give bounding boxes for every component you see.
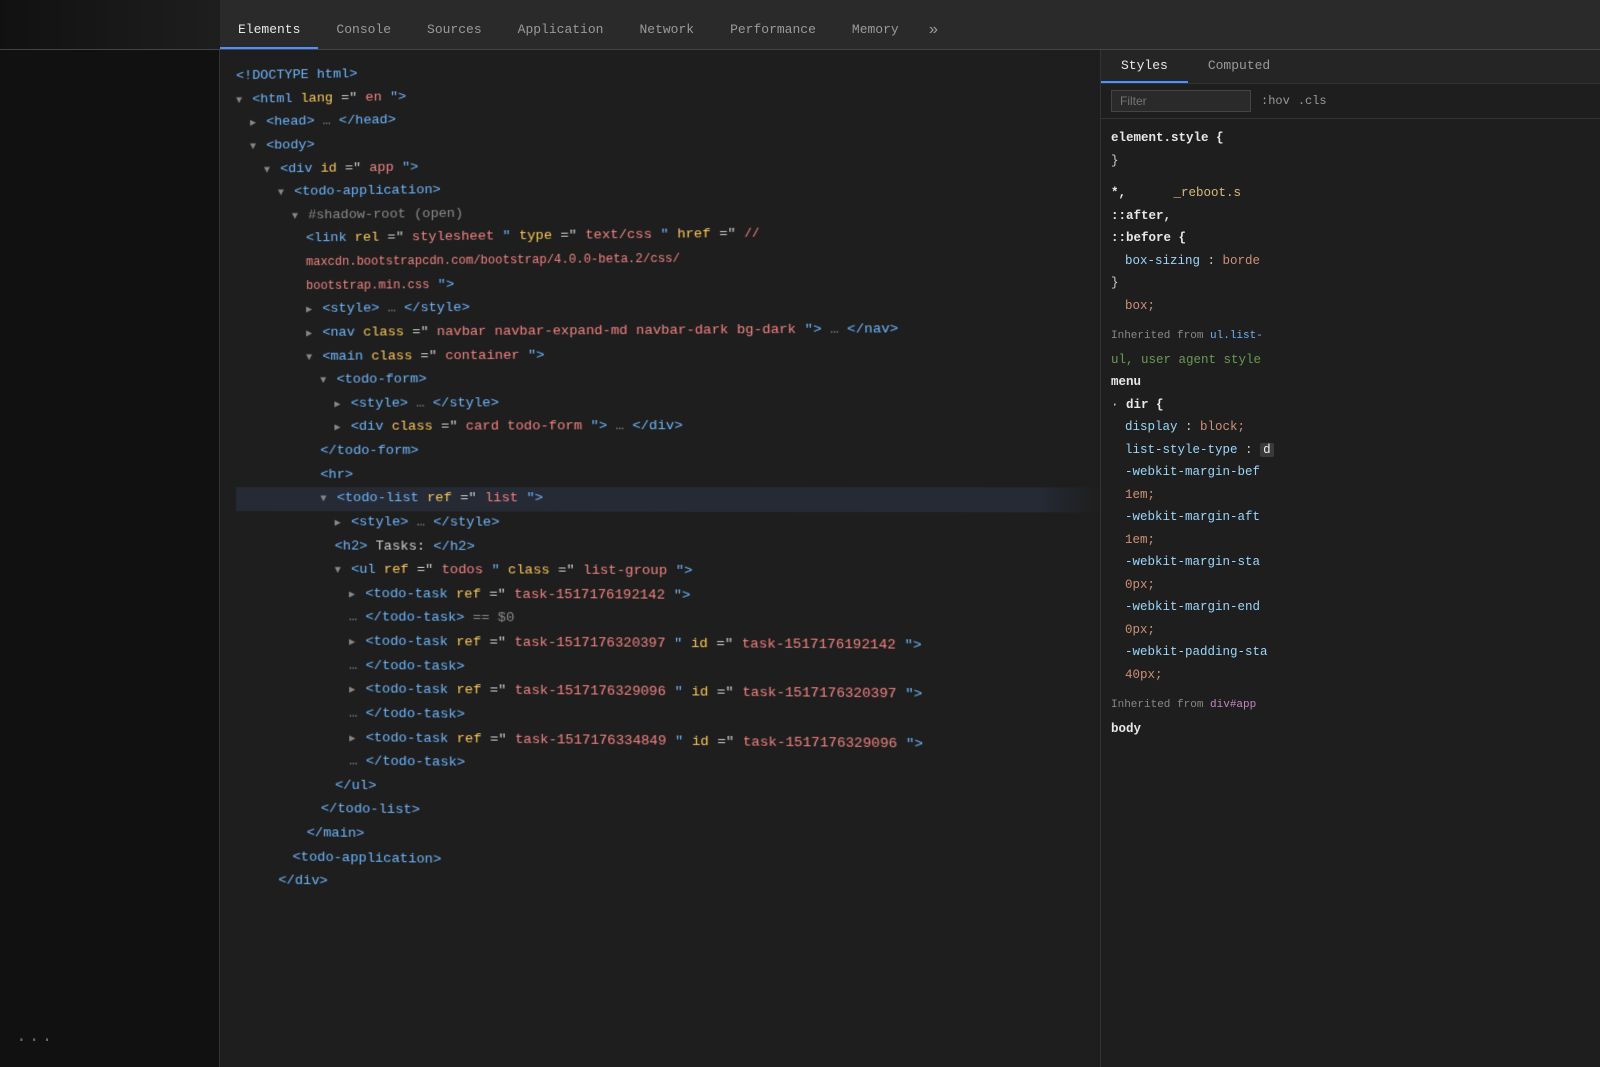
webkit-margin-aft-val: 1em; xyxy=(1111,529,1590,552)
expand-div-card[interactable]: ▶ xyxy=(334,423,340,434)
webkit-margin-bef-val: 1em; xyxy=(1111,484,1590,507)
menu-prop: menu xyxy=(1111,371,1590,394)
dom-content: <!DOCTYPE html> ▼ <html lang =" en "> ▶ … xyxy=(220,50,1100,914)
html-tag: <html xyxy=(252,92,300,108)
tab-application[interactable]: Application xyxy=(500,12,622,49)
expand-div-app[interactable]: ▼ xyxy=(264,165,270,176)
list-style-prop: list-style-type : d xyxy=(1111,439,1590,462)
expand-html[interactable]: ▼ xyxy=(236,95,242,106)
expand-todo-form[interactable]: ▼ xyxy=(320,376,326,387)
tab-memory[interactable]: Memory xyxy=(834,12,917,49)
filter-cls-label[interactable]: .cls xyxy=(1298,94,1327,108)
webkit-margin-bef: -webkit-margin-bef xyxy=(1111,461,1590,484)
expand-todo-app[interactable]: ▼ xyxy=(278,188,284,199)
tab-performance[interactable]: Performance xyxy=(712,12,834,49)
styles-content: element.style { } *, _reboot.s ::after, xyxy=(1101,119,1600,1067)
filter-hov-label[interactable]: :hov xyxy=(1261,94,1290,108)
body-label: body xyxy=(1111,718,1590,741)
styles-panel: Styles Computed :hov .cls element.style … xyxy=(1100,50,1600,1067)
styles-filter-bar: :hov .cls xyxy=(1101,84,1600,119)
left-sidebar: ... xyxy=(0,50,220,1067)
inherited-text-1: ul, user agent style xyxy=(1111,349,1590,372)
display-prop: display : block; xyxy=(1111,416,1590,439)
sidebar-dots: ... xyxy=(16,1027,54,1047)
inherited-block-2: Inherited from div#app body xyxy=(1111,696,1590,740)
webkit-padding-sta: -webkit-padding-sta xyxy=(1111,641,1590,664)
main-area: ... <!DOCTYPE html> ▼ <html lang =" en "… xyxy=(0,50,1600,1067)
webkit-padding-sta-val: 40px; xyxy=(1111,664,1590,687)
styles-tabs: Styles Computed xyxy=(1101,50,1600,84)
element-style-close: } xyxy=(1111,150,1590,173)
tab-sources[interactable]: Sources xyxy=(409,12,500,49)
devtools-container: Elements Console Sources Application Net… xyxy=(0,0,1600,1067)
inherited-block-1: Inherited from ul.list- ul, user agent s… xyxy=(1111,327,1590,686)
inherited-label-2: Inherited from div#app xyxy=(1111,696,1590,716)
style2-line: ▶ <style> … </style> xyxy=(236,390,1100,417)
expand-task4[interactable]: ▶ xyxy=(349,733,355,744)
expand-style3[interactable]: ▶ xyxy=(335,518,341,529)
inherited-label-1: Inherited from ul.list- xyxy=(1111,327,1590,347)
div-card-line: ▶ <div class =" card todo-form "> … </di… xyxy=(236,414,1100,440)
dom-panel[interactable]: <!DOCTYPE html> ▼ <html lang =" en "> ▶ … xyxy=(220,50,1100,1067)
h2-line: <h2> Tasks: </h2> xyxy=(236,535,1100,562)
universal-block: *, _reboot.s ::after, ::before { box-siz… xyxy=(1111,182,1590,317)
dir-block-start: · dir { xyxy=(1111,394,1590,417)
webkit-margin-end-val: 0px; xyxy=(1111,619,1590,642)
tab-elements[interactable]: Elements xyxy=(220,12,318,49)
tab-bar: Elements Console Sources Application Net… xyxy=(0,0,1600,50)
universal-close: } xyxy=(1111,272,1590,295)
element-style-block: element.style { } xyxy=(1111,127,1590,172)
element-style-selector: element.style { xyxy=(1111,127,1590,150)
tab-styles[interactable]: Styles xyxy=(1101,50,1188,83)
expand-task3[interactable]: ▶ xyxy=(349,685,355,696)
tab-computed[interactable]: Computed xyxy=(1188,50,1290,83)
expand-style1[interactable]: ▶ xyxy=(306,305,312,316)
box-sizing-prop: box-sizing : borde xyxy=(1111,250,1590,273)
webkit-margin-end: -webkit-margin-end xyxy=(1111,596,1590,619)
expand-task2[interactable]: ▶ xyxy=(349,637,355,648)
expand-head[interactable]: ▶ xyxy=(250,119,256,130)
style3-line: ▶ <style> … </style> xyxy=(236,511,1100,537)
expand-task1[interactable]: ▶ xyxy=(349,590,355,601)
expand-ul[interactable]: ▼ xyxy=(335,566,341,577)
before-selector: ::before { xyxy=(1111,227,1590,250)
webkit-margin-sta-val: 0px; xyxy=(1111,574,1590,597)
webkit-margin-sta: -webkit-margin-sta xyxy=(1111,551,1590,574)
expand-body[interactable]: ▼ xyxy=(250,142,256,153)
tab-network[interactable]: Network xyxy=(621,12,712,49)
todo-form-close: </todo-form> xyxy=(236,439,1100,464)
todo-list-line: ▼ <todo-list ref =" list "> xyxy=(236,487,1100,512)
expand-todo-list[interactable]: ▼ xyxy=(320,494,326,505)
webkit-margin-aft: -webkit-margin-aft xyxy=(1111,506,1590,529)
hr-line: <hr> xyxy=(236,463,1100,488)
box-val: box; xyxy=(1111,295,1590,318)
tab-more[interactable]: » xyxy=(917,11,951,49)
expand-nav[interactable]: ▶ xyxy=(306,329,312,340)
doctype-tag: <!DOCTYPE html> xyxy=(236,67,357,84)
expand-main[interactable]: ▼ xyxy=(306,352,312,363)
todo-form-line: ▼ <todo-form> xyxy=(236,365,1100,393)
expand-shadow[interactable]: ▼ xyxy=(292,211,298,222)
universal-selector: *, _reboot.s xyxy=(1111,182,1590,205)
filter-input[interactable] xyxy=(1111,90,1251,112)
expand-style2[interactable]: ▶ xyxy=(334,399,340,410)
after-selector: ::after, xyxy=(1111,205,1590,228)
tab-console[interactable]: Console xyxy=(318,12,409,49)
